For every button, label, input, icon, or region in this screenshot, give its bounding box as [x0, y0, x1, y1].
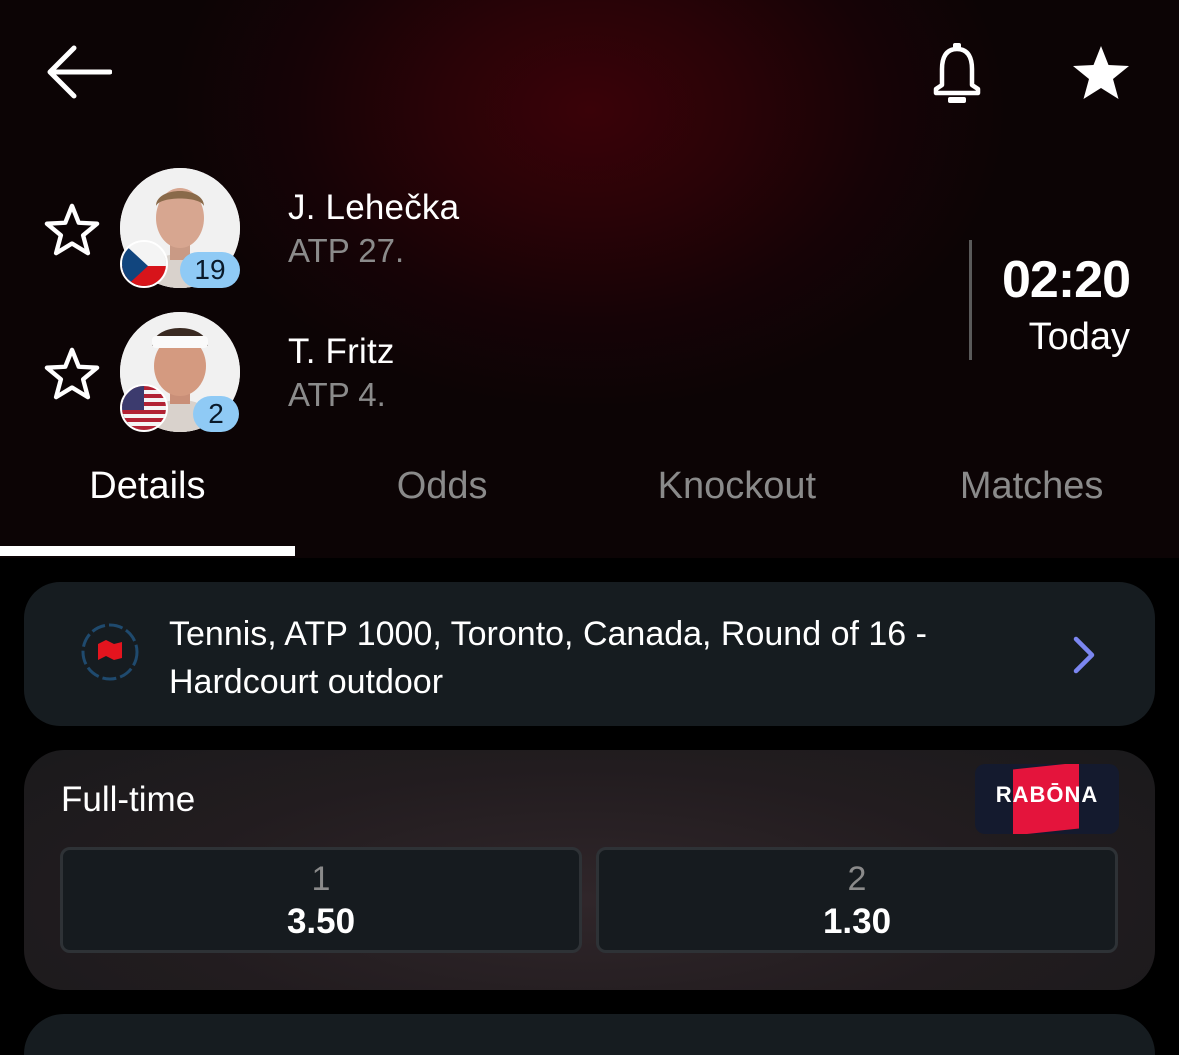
match-day: Today	[1028, 316, 1130, 358]
star-filled-icon	[1073, 46, 1129, 99]
odd-value: 3.50	[286, 902, 356, 941]
arrow-left-icon	[47, 45, 112, 99]
bell-icon	[933, 43, 981, 103]
tab-details[interactable]: Details	[0, 460, 295, 520]
vertical-divider	[969, 240, 972, 360]
favorite-player-button[interactable]	[40, 342, 104, 406]
match-header: 19 J. Lehečka ATP 27. 2 T. Fritz ATP 4. …	[0, 0, 1179, 558]
tournament-card[interactable]: Tennis, ATP 1000, Toronto, Canada, Round…	[24, 582, 1155, 726]
tournament-info: Tennis, ATP 1000, Toronto, Canada, Round…	[169, 615, 927, 701]
player-row-home[interactable]: 19 J. Lehečka ATP 27.	[0, 168, 900, 292]
player-rank: ATP 27.	[288, 232, 405, 269]
notification-button[interactable]	[925, 38, 989, 108]
usa-flag-icon	[120, 384, 168, 432]
player-name: T. Fritz	[288, 332, 395, 371]
chevron-right-icon	[1067, 630, 1101, 680]
odds-market-title: Full-time	[61, 780, 196, 819]
tab-odds[interactable]: Odds	[295, 460, 590, 520]
odd-value: 1.30	[822, 902, 892, 941]
tab-bar: Details Odds Knockout Matches	[0, 460, 1179, 520]
favorite-match-button[interactable]	[1066, 40, 1136, 106]
seed-badge: 19	[180, 252, 240, 288]
bookmaker-name: RABŌNA	[995, 782, 1099, 807]
favorite-player-button[interactable]	[40, 198, 104, 262]
back-button[interactable]	[40, 40, 116, 104]
odds-card: Full-time RABŌNA 1 3.50 2 1.30	[24, 750, 1155, 990]
star-outline-icon	[44, 347, 100, 400]
odd-button-away[interactable]: 2 1.30	[596, 847, 1118, 953]
active-tab-indicator	[0, 546, 295, 556]
canada-flag-icon	[80, 622, 140, 682]
seed-badge: 2	[193, 396, 239, 432]
player-name: J. Lehečka	[288, 188, 460, 227]
bookmaker-logo[interactable]: RABŌNA	[975, 764, 1119, 834]
star-outline-icon	[44, 203, 100, 256]
player-rank: ATP 4.	[288, 376, 386, 413]
czech-flag-icon	[120, 240, 168, 288]
odd-button-home[interactable]: 1 3.50	[60, 847, 582, 953]
odd-label: 2	[847, 860, 867, 898]
player-row-away[interactable]: 2 T. Fritz ATP 4.	[0, 312, 900, 436]
match-start-time: 02:20	[1002, 251, 1131, 309]
odd-label: 1	[311, 860, 331, 898]
tab-matches[interactable]: Matches	[884, 460, 1179, 520]
tab-knockout[interactable]: Knockout	[590, 460, 885, 520]
next-card	[24, 1014, 1155, 1055]
